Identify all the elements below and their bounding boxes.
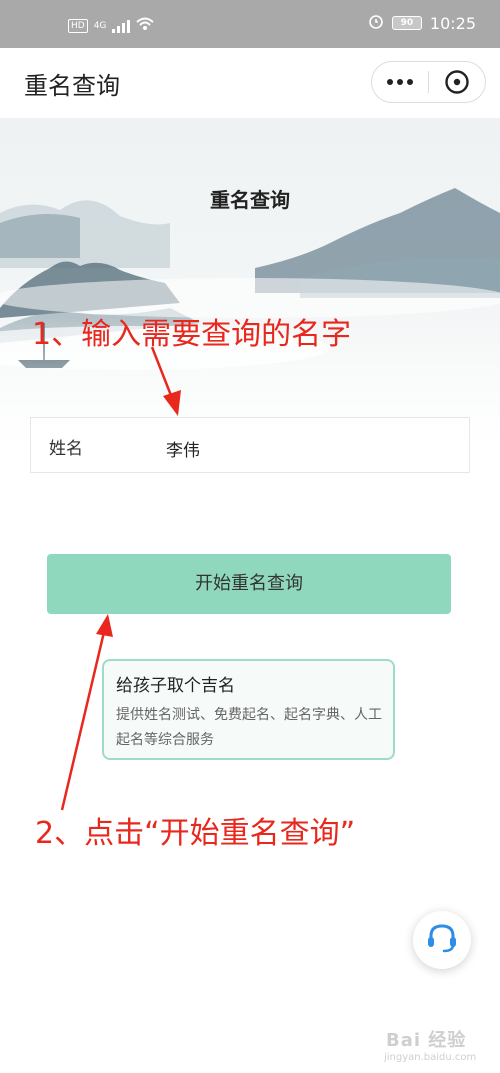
status-right: 90 10:25 (368, 13, 476, 33)
close-circle-icon[interactable] (429, 62, 485, 102)
hero-title: 重名查询 (210, 188, 290, 212)
ink-landscape-image (0, 118, 500, 448)
capsule-menu (371, 61, 486, 103)
page-title: 重名查询 (24, 72, 120, 100)
signal-icon (112, 19, 131, 33)
annotation-step-2: 2、点击“开始重名查询” (35, 816, 356, 851)
watermark-text: Bai 经验 (386, 1030, 467, 1051)
hero-banner: 重名查询 (0, 118, 500, 448)
network-type: 4G (93, 20, 107, 31)
battery-icon: 90 (391, 16, 422, 30)
alarm-icon (368, 13, 384, 33)
status-bar: HD 4G 90 10:25 (0, 0, 500, 48)
network-badge: HD (68, 18, 88, 33)
watermark-url: jingyan.baidu.com (384, 1052, 477, 1063)
navigation-bar: 重名查询 (0, 48, 500, 118)
name-field[interactable]: 姓名 李伟 (30, 417, 470, 473)
clock: 10:25 (429, 13, 476, 33)
mini-program-page: HD 4G 90 10:25 重名查询 重名查询 姓名 李伟 开始重名查询 给孩… (0, 0, 500, 1073)
status-left: HD 4G (68, 16, 155, 35)
name-label: 姓名 (49, 439, 83, 459)
promo-description: 提供姓名测试、免费起名、起名字典、人工起名等综合服务 (116, 707, 382, 748)
promo-card[interactable]: 给孩子取个吉名 提供姓名测试、免费起名、起名字典、人工起名等综合服务 (102, 659, 395, 760)
customer-service-button[interactable] (413, 911, 471, 969)
watermark: Bai 经验 jingyan.baidu.com (378, 1018, 498, 1070)
name-input[interactable]: 李伟 (166, 436, 200, 461)
annotation-step-1: 1、输入需要查询的名字 (32, 317, 352, 352)
start-query-button[interactable]: 开始重名查询 (47, 554, 451, 614)
promo-title: 给孩子取个吉名 (116, 676, 235, 696)
wifi-icon (136, 16, 155, 35)
more-dots-icon[interactable] (372, 62, 428, 102)
headset-icon (425, 921, 459, 959)
